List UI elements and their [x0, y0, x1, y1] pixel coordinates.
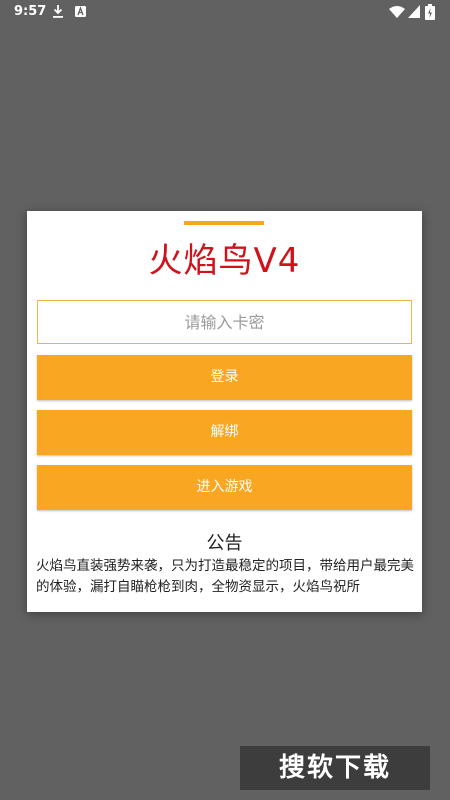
app-title: 火焰鸟V4	[148, 241, 301, 281]
unbind-button[interactable]: 解绑	[37, 410, 412, 455]
status-time: 9:57	[14, 4, 47, 19]
login-dialog: 火焰鸟V4 登录 解绑 进入游戏 公告 火焰鸟直装强势来袭，只为打造最稳定的项目…	[27, 211, 422, 612]
signal-icon	[408, 5, 420, 18]
a-notification-icon	[75, 6, 86, 17]
download-icon	[53, 5, 63, 18]
status-bar: 9:57	[0, 0, 450, 24]
watermark-logo: 搜软下载	[240, 746, 430, 790]
accent-bar	[184, 221, 264, 225]
notice-title: 公告	[206, 533, 243, 554]
notice-text: 火焰鸟直装强势来袭，只为打造最稳定的项目，带给用户最完美的体验，漏打自瞄枪枪到肉…	[36, 558, 414, 595]
enter-game-button[interactable]: 进入游戏	[37, 465, 412, 510]
login-button[interactable]: 登录	[37, 355, 412, 400]
card-key-input[interactable]	[37, 300, 412, 344]
battery-icon	[425, 4, 435, 20]
wifi-icon	[389, 6, 405, 18]
